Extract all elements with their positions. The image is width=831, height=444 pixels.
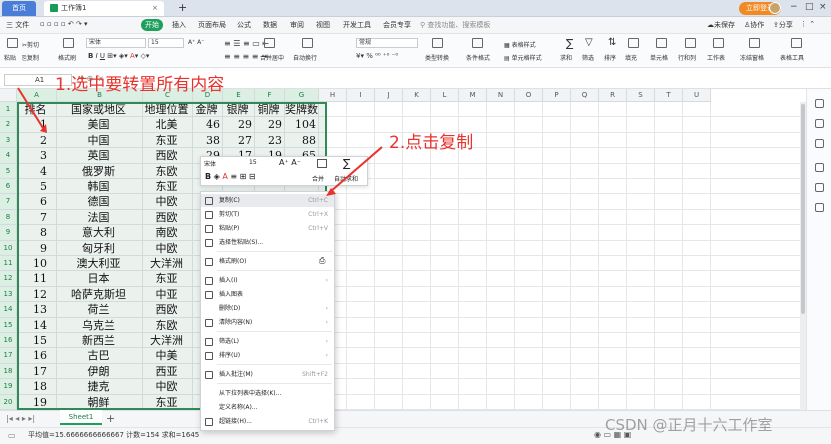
arrow-2-line	[329, 146, 383, 193]
arrow-1-line	[17, 87, 44, 129]
annotation-step2: 2.点击复制	[389, 133, 474, 153]
annotation-step1: 1.选中要转置所有内容	[55, 75, 225, 95]
annotation-arrows	[17, 87, 383, 196]
watermark: CSDN @正月十六工作室	[605, 416, 773, 434]
